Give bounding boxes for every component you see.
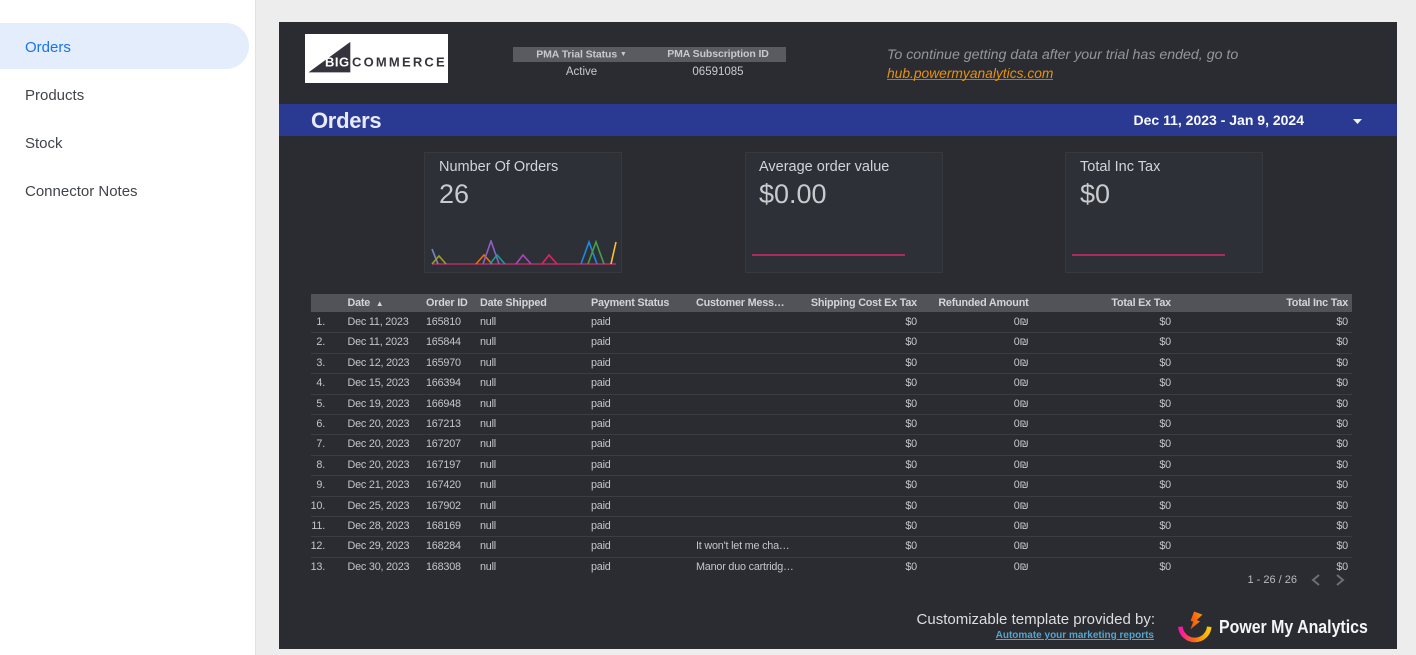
svg-text:COMMERCE: COMMERCE bbox=[352, 55, 447, 70]
svg-text:BIG: BIG bbox=[325, 55, 350, 70]
